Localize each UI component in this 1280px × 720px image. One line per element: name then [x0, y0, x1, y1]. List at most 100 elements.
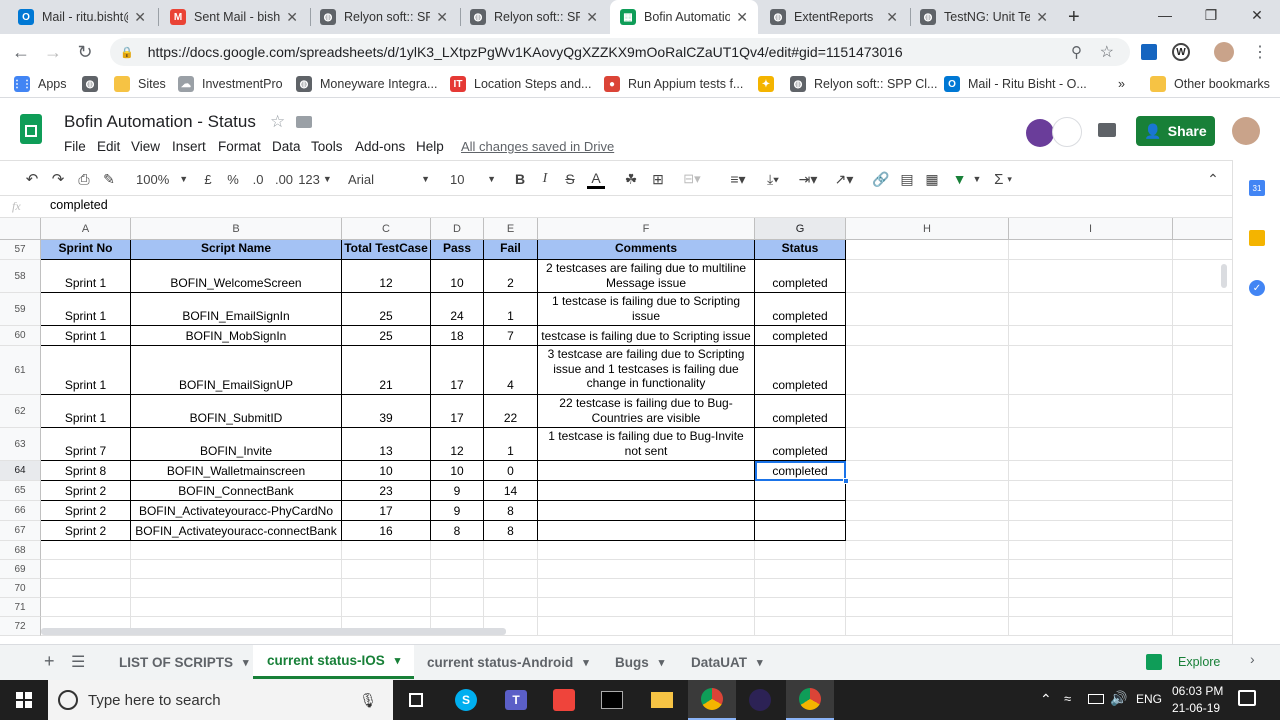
- table-cell[interactable]: [1173, 521, 1232, 541]
- table-header-cell[interactable]: Fail: [484, 240, 538, 260]
- table-cell[interactable]: [41, 560, 131, 579]
- table-cell[interactable]: [538, 481, 755, 501]
- print-icon[interactable]: ⎙: [74, 169, 94, 189]
- close-tab-icon[interactable]: ✕: [1036, 9, 1048, 26]
- table-cell[interactable]: [1173, 293, 1232, 326]
- currency-button[interactable]: £: [200, 169, 216, 189]
- bookmark-item[interactable]: ◍: [82, 75, 106, 93]
- row-header[interactable]: 71: [0, 598, 41, 617]
- table-cell[interactable]: Sprint 1: [41, 260, 131, 293]
- table-cell[interactable]: 39: [342, 395, 431, 428]
- sheet-tab[interactable]: Bugs ▾: [601, 645, 678, 679]
- table-cell[interactable]: [1009, 501, 1173, 521]
- table-cell[interactable]: [846, 598, 1009, 617]
- table-cell[interactable]: completed: [755, 326, 846, 346]
- table-cell[interactable]: [755, 541, 846, 560]
- explore-button[interactable]: Explore: [1146, 654, 1220, 670]
- bookmark-item[interactable]: Sites: [114, 75, 166, 93]
- table-cell[interactable]: completed: [755, 346, 846, 395]
- table-cell[interactable]: [1009, 395, 1173, 428]
- table-cell[interactable]: completed: [755, 260, 846, 293]
- column-header[interactable]: E: [484, 218, 538, 240]
- save-status[interactable]: All changes saved in Drive: [461, 139, 614, 154]
- table-cell[interactable]: [1173, 326, 1232, 346]
- table-cell[interactable]: completed: [755, 395, 846, 428]
- decrease-decimal-button[interactable]: .0: [248, 169, 268, 189]
- column-header[interactable]: B: [131, 218, 342, 240]
- table-cell[interactable]: 25: [342, 293, 431, 326]
- table-cell[interactable]: 1: [484, 293, 538, 326]
- tasks-icon[interactable]: ✓: [1249, 280, 1265, 296]
- network-icon[interactable]: ≈: [1064, 691, 1071, 706]
- extension-icon[interactable]: [1141, 44, 1157, 60]
- more-bookmarks-button[interactable]: »: [1118, 75, 1125, 93]
- table-cell[interactable]: 22 testcase is failing due to Bug-Countr…: [538, 395, 755, 428]
- table-cell[interactable]: [1173, 501, 1232, 521]
- table-cell[interactable]: 13: [342, 428, 431, 461]
- table-cell[interactable]: 18: [431, 326, 484, 346]
- table-header-cell[interactable]: Total TestCase: [342, 240, 431, 260]
- table-cell[interactable]: [846, 346, 1009, 395]
- sheet-tab[interactable]: LIST OF SCRIPTS ▾: [105, 645, 263, 679]
- table-cell[interactable]: [1173, 428, 1232, 461]
- browser-tab[interactable]: M Sent Mail - bisht ✕: [160, 0, 308, 34]
- table-cell[interactable]: [755, 501, 846, 521]
- row-header[interactable]: 66: [0, 501, 41, 521]
- row-header[interactable]: 72: [0, 617, 41, 636]
- table-cell[interactable]: [431, 541, 484, 560]
- menu-addons[interactable]: Add-ons: [355, 139, 405, 154]
- table-cell[interactable]: [1009, 461, 1173, 481]
- table-cell[interactable]: BOFIN_Invite: [131, 428, 342, 461]
- table-cell[interactable]: Sprint 1: [41, 326, 131, 346]
- skype-icon[interactable]: S: [442, 680, 490, 720]
- table-cell[interactable]: 1 testcase is failing due to Bug-Invite …: [538, 428, 755, 461]
- table-cell[interactable]: 1 testcase is failing due to Scripting i…: [538, 293, 755, 326]
- table-cell[interactable]: [846, 481, 1009, 501]
- maximize-button[interactable]: ❐: [1188, 0, 1234, 30]
- table-cell[interactable]: [131, 560, 342, 579]
- back-button[interactable]: ←: [8, 40, 34, 64]
- table-cell[interactable]: Sprint 1: [41, 346, 131, 395]
- table-cell[interactable]: 8: [484, 521, 538, 541]
- battery-icon[interactable]: [1088, 694, 1104, 704]
- table-cell[interactable]: [538, 501, 755, 521]
- selected-cell[interactable]: completed: [755, 461, 846, 481]
- column-header[interactable]: G: [755, 218, 846, 240]
- new-tab-button[interactable]: +: [1068, 6, 1080, 29]
- table-cell[interactable]: [1009, 293, 1173, 326]
- column-header[interactable]: D: [431, 218, 484, 240]
- address-bar[interactable]: 🔒 https://docs.google.com/spreadsheets/d…: [110, 38, 1130, 66]
- table-cell[interactable]: [131, 598, 342, 617]
- close-tab-icon[interactable]: ✕: [436, 9, 448, 26]
- menu-tools[interactable]: Tools: [311, 139, 343, 154]
- clock-time[interactable]: 06:03 PM: [1172, 684, 1223, 698]
- vertical-scrollbar-thumb[interactable]: [1221, 264, 1227, 288]
- table-cell[interactable]: [484, 560, 538, 579]
- star-icon[interactable]: ☆: [270, 112, 285, 132]
- column-header[interactable]: H: [846, 218, 1009, 240]
- table-cell[interactable]: Sprint 1: [41, 293, 131, 326]
- row-header[interactable]: 65: [0, 481, 41, 501]
- table-cell[interactable]: [755, 481, 846, 501]
- table-cell[interactable]: [1009, 481, 1173, 501]
- close-tab-icon[interactable]: ✕: [736, 9, 748, 26]
- fill-color-icon[interactable]: ☘: [622, 169, 640, 189]
- table-cell[interactable]: [538, 461, 755, 481]
- close-tab-icon[interactable]: ✕: [886, 9, 898, 26]
- italic-icon[interactable]: I: [537, 169, 553, 189]
- notifications-icon[interactable]: [1238, 690, 1256, 706]
- fill-handle[interactable]: [843, 478, 849, 484]
- horizontal-align-icon[interactable]: ≡▾: [725, 169, 751, 189]
- table-cell[interactable]: 17: [431, 395, 484, 428]
- table-header-cell[interactable]: Pass: [431, 240, 484, 260]
- table-cell[interactable]: 9: [431, 481, 484, 501]
- row-header[interactable]: 63: [0, 428, 41, 461]
- row-header[interactable]: 70: [0, 579, 41, 598]
- table-cell[interactable]: [538, 560, 755, 579]
- table-cell[interactable]: [538, 579, 755, 598]
- terminal-icon[interactable]: [588, 680, 636, 720]
- language-indicator[interactable]: ENG: [1136, 692, 1162, 706]
- table-cell[interactable]: BOFIN_Activateyouracc-PhyCardNo: [131, 501, 342, 521]
- table-cell[interactable]: [1009, 346, 1173, 395]
- insert-link-icon[interactable]: 🔗: [872, 169, 890, 189]
